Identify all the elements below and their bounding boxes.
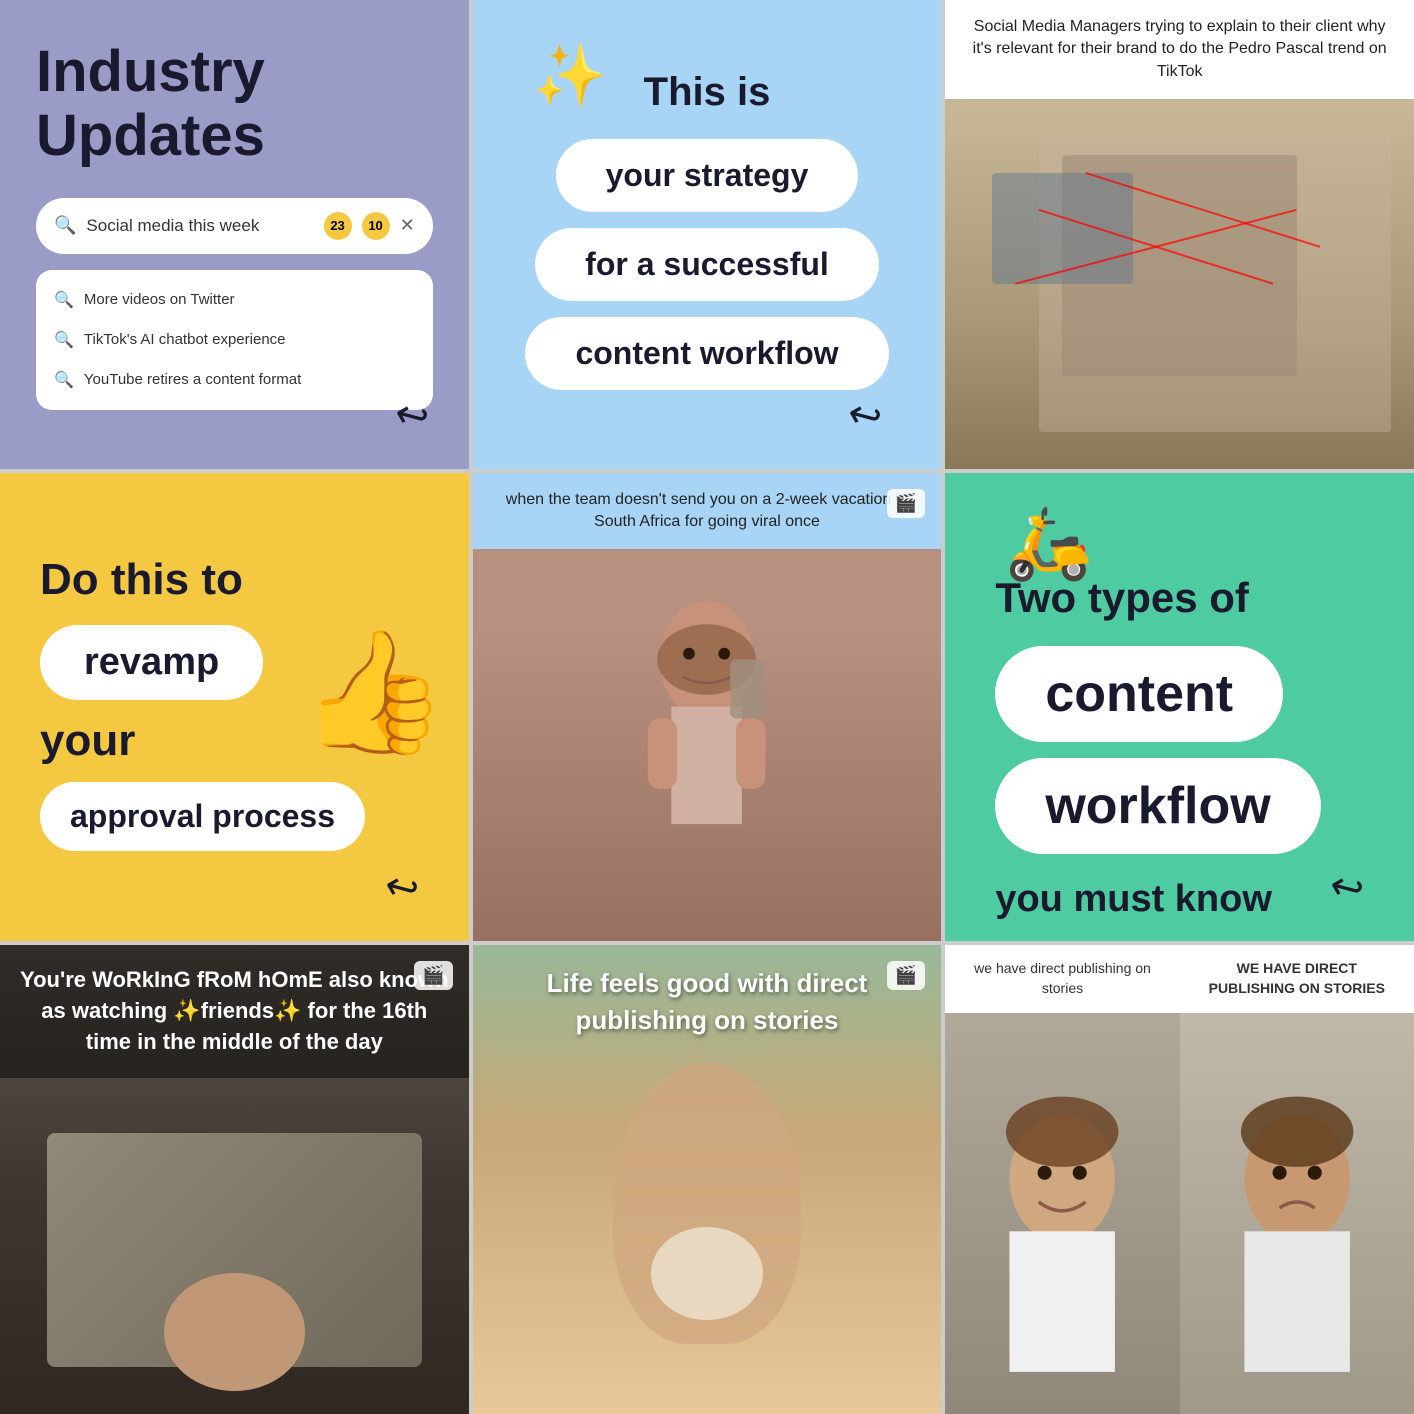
charlie-caption: Social Media Managers trying to explain …	[945, 0, 1414, 99]
strategy-intro: This is	[644, 70, 771, 115]
joey-left-svg	[945, 1013, 1179, 1414]
search-input-text: Social media this week	[86, 216, 313, 236]
search-result-text-1: More videos on Twitter	[84, 291, 235, 308]
two-types-pill-1: content	[995, 646, 1283, 742]
your-text: your	[40, 716, 135, 766]
life-good-caption: Life feels good with direct publishing o…	[473, 945, 942, 1058]
caption-direct-right: WE HAVE DIRECT PUBLISHING ON STORIES	[1180, 945, 1414, 1012]
scooter-emoji: 🛵	[1005, 503, 1092, 585]
string-lines	[945, 99, 1414, 468]
revamp-pill-1: revamp	[40, 625, 263, 700]
notification-badge-1: 23	[324, 212, 352, 240]
cell-industry-updates: Industry Updates 🔍 Social media this wee…	[0, 0, 469, 469]
search-result-text-2: TikTok's AI chatbot experience	[84, 331, 286, 348]
you-must-text: you must know	[995, 878, 1272, 921]
cell-two-types: 🛵 Two types of content workflow you must…	[945, 473, 1414, 942]
sparkle-icon: ✨	[533, 40, 608, 111]
arrow-icon-6: ↩	[1325, 862, 1369, 915]
search-result-2[interactable]: 🔍 TikTok's AI chatbot experience	[36, 320, 433, 360]
video-badge-8: 🎬	[887, 961, 925, 990]
strategy-pill-2: for a successful	[535, 228, 879, 301]
close-icon[interactable]: ✕	[400, 215, 415, 236]
video-badge-7: 🎬	[414, 961, 452, 990]
industry-updates-title: Industry Updates	[36, 40, 433, 168]
cell-charlie-meme: Social Media Managers trying to explain …	[945, 0, 1414, 469]
cell-revamp: Do this to revamp your approval process …	[0, 473, 469, 942]
joey-image-left	[945, 1013, 1179, 1414]
content-grid: Industry Updates 🔍 Social media this wee…	[0, 0, 1414, 1414]
search-result-icon-3: 🔍	[54, 370, 74, 390]
charlie-scene-art	[945, 99, 1414, 468]
phone-meme-caption: when the team doesn't send you on a 2-we…	[473, 473, 942, 550]
arrow-icon-4: ↩	[380, 862, 424, 915]
person-face-art	[164, 1273, 305, 1390]
charlie-image	[945, 99, 1414, 468]
strategy-pill-1: your strategy	[556, 139, 859, 212]
search-result-icon-2: 🔍	[54, 330, 74, 350]
cell-wfh: You're WoRkInG fRoM hOmE also known as w…	[0, 945, 469, 1414]
joey-image-right	[1180, 1013, 1414, 1414]
caption-direct-left: we have direct publishing on stories	[945, 945, 1179, 1012]
revamp-pill-2: approval process	[40, 782, 365, 851]
cup-art	[651, 1227, 763, 1321]
phone-scene-art	[473, 549, 942, 941]
phone-meme-image	[473, 549, 942, 941]
search-result-text-3: YouTube retires a content format	[84, 371, 301, 388]
wfh-caption: You're WoRkInG fRoM hOmE also known as w…	[0, 945, 469, 1077]
girl-svg	[566, 589, 847, 942]
cell-direct-publishing: we have direct publishing on stories WE …	[945, 945, 1414, 1414]
cell-phone-meme: when the team doesn't send you on a 2-we…	[473, 473, 942, 942]
do-this-text: Do this to	[40, 555, 243, 605]
arrow-icon-2: ↩	[842, 389, 886, 442]
two-types-pill-2: workflow	[995, 758, 1320, 854]
notification-badge-2: 10	[362, 212, 390, 240]
thumbsup-emoji: 👍	[299, 623, 448, 763]
video-badge-5: 🎬	[887, 489, 925, 518]
strategy-pill-3: content workflow	[525, 317, 888, 390]
search-results: 🔍 More videos on Twitter 🔍 TikTok's AI c…	[36, 270, 433, 410]
cell-strategy: ✨ This is your strategy for a successful…	[473, 0, 942, 469]
search-result-3[interactable]: 🔍 YouTube retires a content format	[36, 360, 433, 400]
search-box[interactable]: 🔍 Social media this week 23 10 ✕	[36, 198, 433, 254]
joey-right-svg	[1180, 1013, 1414, 1414]
search-icon: 🔍	[54, 215, 76, 236]
search-result-1[interactable]: 🔍 More videos on Twitter	[36, 280, 433, 320]
search-result-icon-1: 🔍	[54, 290, 74, 310]
cell-life-good: Life feels good with direct publishing o…	[473, 945, 942, 1414]
